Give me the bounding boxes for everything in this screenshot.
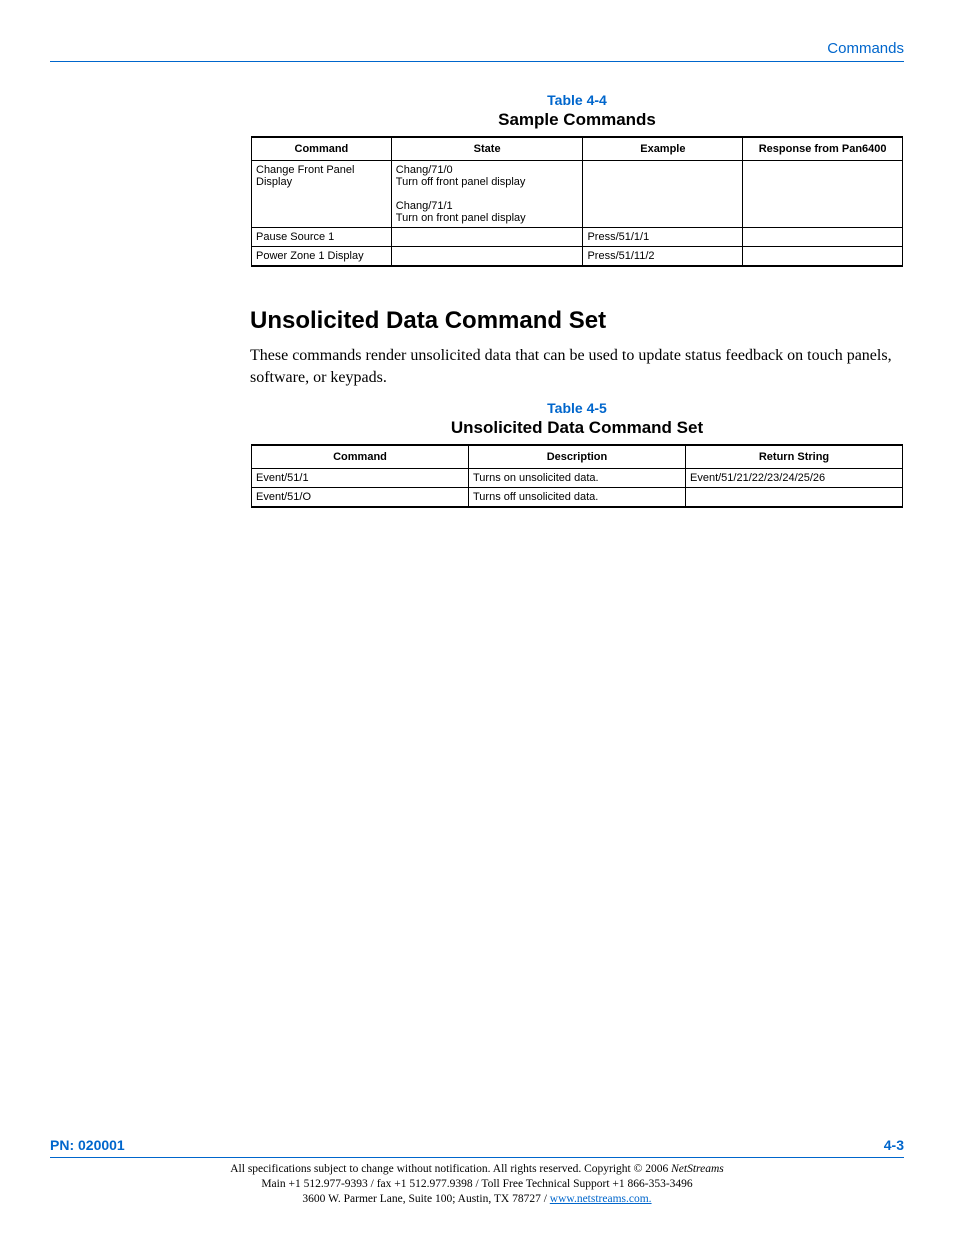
- cell-response: [743, 161, 903, 228]
- table45-title: Unsolicited Data Command Set: [250, 418, 904, 438]
- cell-return-string: [686, 488, 903, 508]
- table-row: Pause Source 1 Press/51/1/1: [252, 228, 903, 247]
- table-row: Event/51/O Turns off unsolicited data.: [252, 488, 903, 508]
- section-heading: Unsolicited Data Command Set: [250, 307, 904, 335]
- table44-number: Table 4-4: [250, 92, 904, 108]
- table44-title: Sample Commands: [250, 110, 904, 130]
- table44-caption: Table 4-4 Sample Commands: [250, 92, 904, 130]
- footer-page-number: 4-3: [884, 1137, 904, 1153]
- table-row: Event/51/1 Turns on unsolicited data. Ev…: [252, 469, 903, 488]
- cell-command: Change Front Panel Display: [252, 161, 392, 228]
- col-header: Command: [252, 137, 392, 161]
- footer-link[interactable]: www.netstreams.com.: [550, 1193, 652, 1205]
- header-rule: [50, 61, 904, 62]
- cell-command: Event/51/1: [252, 469, 469, 488]
- cell-example: Press/51/1/1: [583, 228, 743, 247]
- cell-state: [391, 228, 583, 247]
- cell-state: Chang/71/0 Turn off front panel display …: [391, 161, 583, 228]
- footer-rule: [50, 1157, 904, 1158]
- col-header: Example: [583, 137, 743, 161]
- section-body: These commands render unsolicited data t…: [250, 345, 904, 388]
- footer-line3a: 3600 W. Parmer Lane, Suite 100; Austin, …: [302, 1193, 549, 1205]
- cell-response: [743, 247, 903, 267]
- page-footer: PN: 020001 4-3 All specifications subjec…: [50, 1137, 904, 1207]
- table-header-row: Command State Example Response from Pan6…: [252, 137, 903, 161]
- footer-line2: Main +1 512.977-9393 / fax +1 512.977.93…: [261, 1178, 692, 1190]
- cell-response: [743, 228, 903, 247]
- col-header: Return String: [686, 445, 903, 469]
- col-header: Command: [252, 445, 469, 469]
- header-section-label: Commands: [50, 40, 904, 57]
- cell-description: Turns on unsolicited data.: [469, 469, 686, 488]
- col-header: Response from Pan6400: [743, 137, 903, 161]
- cell-command: Pause Source 1: [252, 228, 392, 247]
- table-header-row: Command Description Return String: [252, 445, 903, 469]
- col-header: State: [391, 137, 583, 161]
- footer-pn: PN: 020001: [50, 1137, 125, 1153]
- footer-brand: NetStreams: [671, 1163, 724, 1175]
- table-row: Change Front Panel Display Chang/71/0 Tu…: [252, 161, 903, 228]
- cell-return-string: Event/51/21/22/23/24/25/26: [686, 469, 903, 488]
- table-sample-commands: Command State Example Response from Pan6…: [251, 136, 903, 267]
- cell-command: Power Zone 1 Display: [252, 247, 392, 267]
- table45-number: Table 4-5: [250, 400, 904, 416]
- cell-state: [391, 247, 583, 267]
- table-unsolicited-data: Command Description Return String Event/…: [251, 444, 903, 508]
- col-header: Description: [469, 445, 686, 469]
- table-row: Power Zone 1 Display Press/51/11/2: [252, 247, 903, 267]
- footer-text: All specifications subject to change wit…: [50, 1162, 904, 1207]
- cell-example: Press/51/11/2: [583, 247, 743, 267]
- footer-line1a: All specifications subject to change wit…: [230, 1163, 671, 1175]
- table45-caption: Table 4-5 Unsolicited Data Command Set: [250, 400, 904, 438]
- cell-command: Event/51/O: [252, 488, 469, 508]
- cell-description: Turns off unsolicited data.: [469, 488, 686, 508]
- cell-example: [583, 161, 743, 228]
